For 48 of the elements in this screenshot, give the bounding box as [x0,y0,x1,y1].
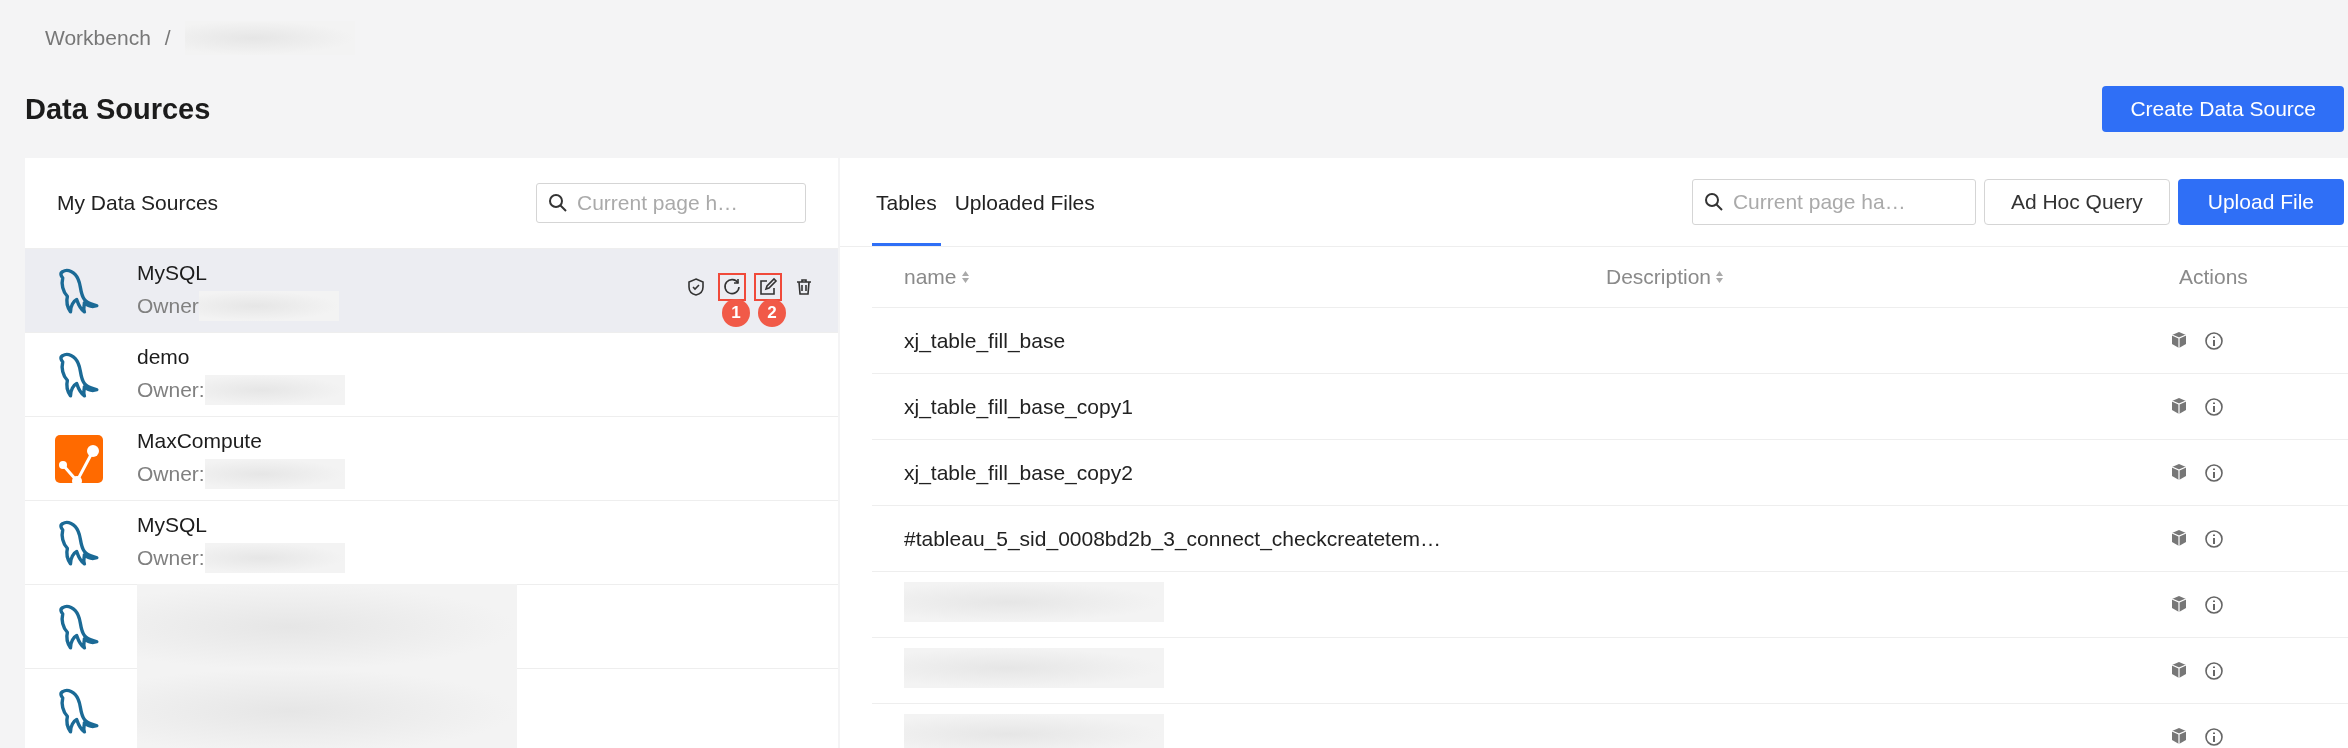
info-icon[interactable] [2204,462,2224,483]
table-name-cell: xj_table_fill_base [904,328,1066,352]
page-title: Data Sources [25,92,211,126]
info-icon[interactable] [2204,594,2224,615]
search-field[interactable]: Current page ha… [1691,179,1976,225]
tab[interactable]: Uploaded Files [950,158,1099,246]
data-source-item[interactable]: MySQL Owner 1 2 [25,249,838,333]
owner-label: Owner: [137,377,205,402]
table-name-cell: #tableau_5_sid_0008bd2b_3_connect_checkcreatetem… [904,526,1442,550]
breadcrumb-link[interactable]: Workbench [45,26,151,50]
data-source-name: MaxCompute [137,428,263,453]
tab[interactable]: Tables [872,158,941,246]
cube-icon[interactable] [2170,528,2188,547]
search-icon [548,193,568,213]
data-source-name: demo [137,344,191,369]
cube-icon[interactable] [2170,396,2188,415]
info-icon[interactable] [2204,330,2224,351]
step-badge: 1 [722,299,750,327]
cube-icon[interactable] [2170,594,2188,613]
cube-icon[interactable] [2170,660,2188,679]
owner-label: Owner [137,293,199,318]
table-name-cell: xj_table_fill_base_copy2 [904,460,1133,484]
panel-title: My Data Sources [57,191,219,215]
info-icon[interactable] [2204,726,2224,747]
info-icon[interactable] [2204,396,2224,417]
data-source-name: MySQL [137,512,208,537]
breadcrumb-separator: / [164,26,171,50]
info-icon[interactable] [2204,660,2224,681]
table-name-cell: xj_table_fill_base_copy1 [904,394,1133,418]
search-field[interactable]: Current page h… [536,183,806,223]
delete-icon[interactable] [794,277,814,297]
cube-icon[interactable] [2170,330,2188,349]
data-source-item[interactable]: MaxCompute Owner: [25,417,838,501]
owner-label: Owner: [137,545,205,570]
ad-hoc-query-button[interactable]: Ad Hoc Query [1983,179,2170,225]
data-source-item[interactable]: demo Owner: [25,333,838,417]
owner-label: Owner: [137,461,205,486]
maxcompute-logo-icon [55,434,103,483]
cube-icon[interactable] [2170,726,2188,745]
create-data-source-button[interactable]: Create Data Source [2102,86,2344,132]
info-icon[interactable] [2204,528,2224,549]
data-source-name: MySQL [137,260,208,285]
cube-icon[interactable] [2170,462,2188,481]
column-header: Actions [2179,265,2248,289]
upload-file-button[interactable]: Upload File [2177,179,2344,225]
shield-icon[interactable] [686,277,706,297]
search-icon [1703,192,1724,212]
step-badge: 2 [758,299,786,327]
